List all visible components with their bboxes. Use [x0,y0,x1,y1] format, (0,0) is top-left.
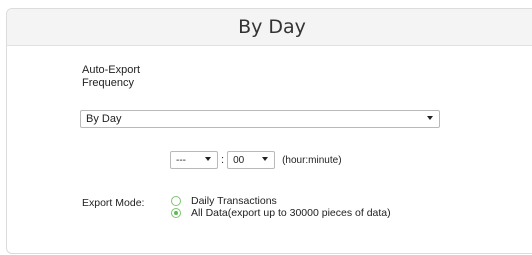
hour-select[interactable]: --- [170,151,218,169]
frequency-select[interactable]: By Day [80,110,440,128]
minute-select-value: 00 [233,154,245,166]
export-mode-option-label: All Data(export up to 30000 pieces of da… [191,207,391,219]
time-separator: : [221,154,225,166]
export-settings-panel: By Day Auto-Export Frequency By Day --- … [6,8,532,254]
radio-checked-icon[interactable] [171,208,181,218]
export-mode-option-all[interactable]: All Data(export up to 30000 pieces of da… [171,207,391,219]
hour-select-value: --- [176,154,186,166]
export-mode-option-label: Daily Transactions [191,195,277,207]
export-mode-label: Export Mode: [82,197,145,209]
frequency-select-value: By Day [86,113,122,125]
export-mode-options: Daily Transactions All Data(export up to… [171,195,391,219]
export-mode-option-daily[interactable]: Daily Transactions [171,195,391,207]
minute-select[interactable]: 00 [227,151,276,169]
frequency-label: Auto-Export Frequency [82,64,141,89]
time-row: --- : 00 (hour:minute) [170,151,342,169]
chevron-down-icon [262,157,269,161]
radio-unchecked-icon[interactable] [171,196,181,206]
time-unit-hint: (hour:minute) [282,154,342,166]
chevron-down-icon [205,157,211,161]
panel-title: By Day [7,9,532,46]
chevron-down-icon [427,116,433,120]
